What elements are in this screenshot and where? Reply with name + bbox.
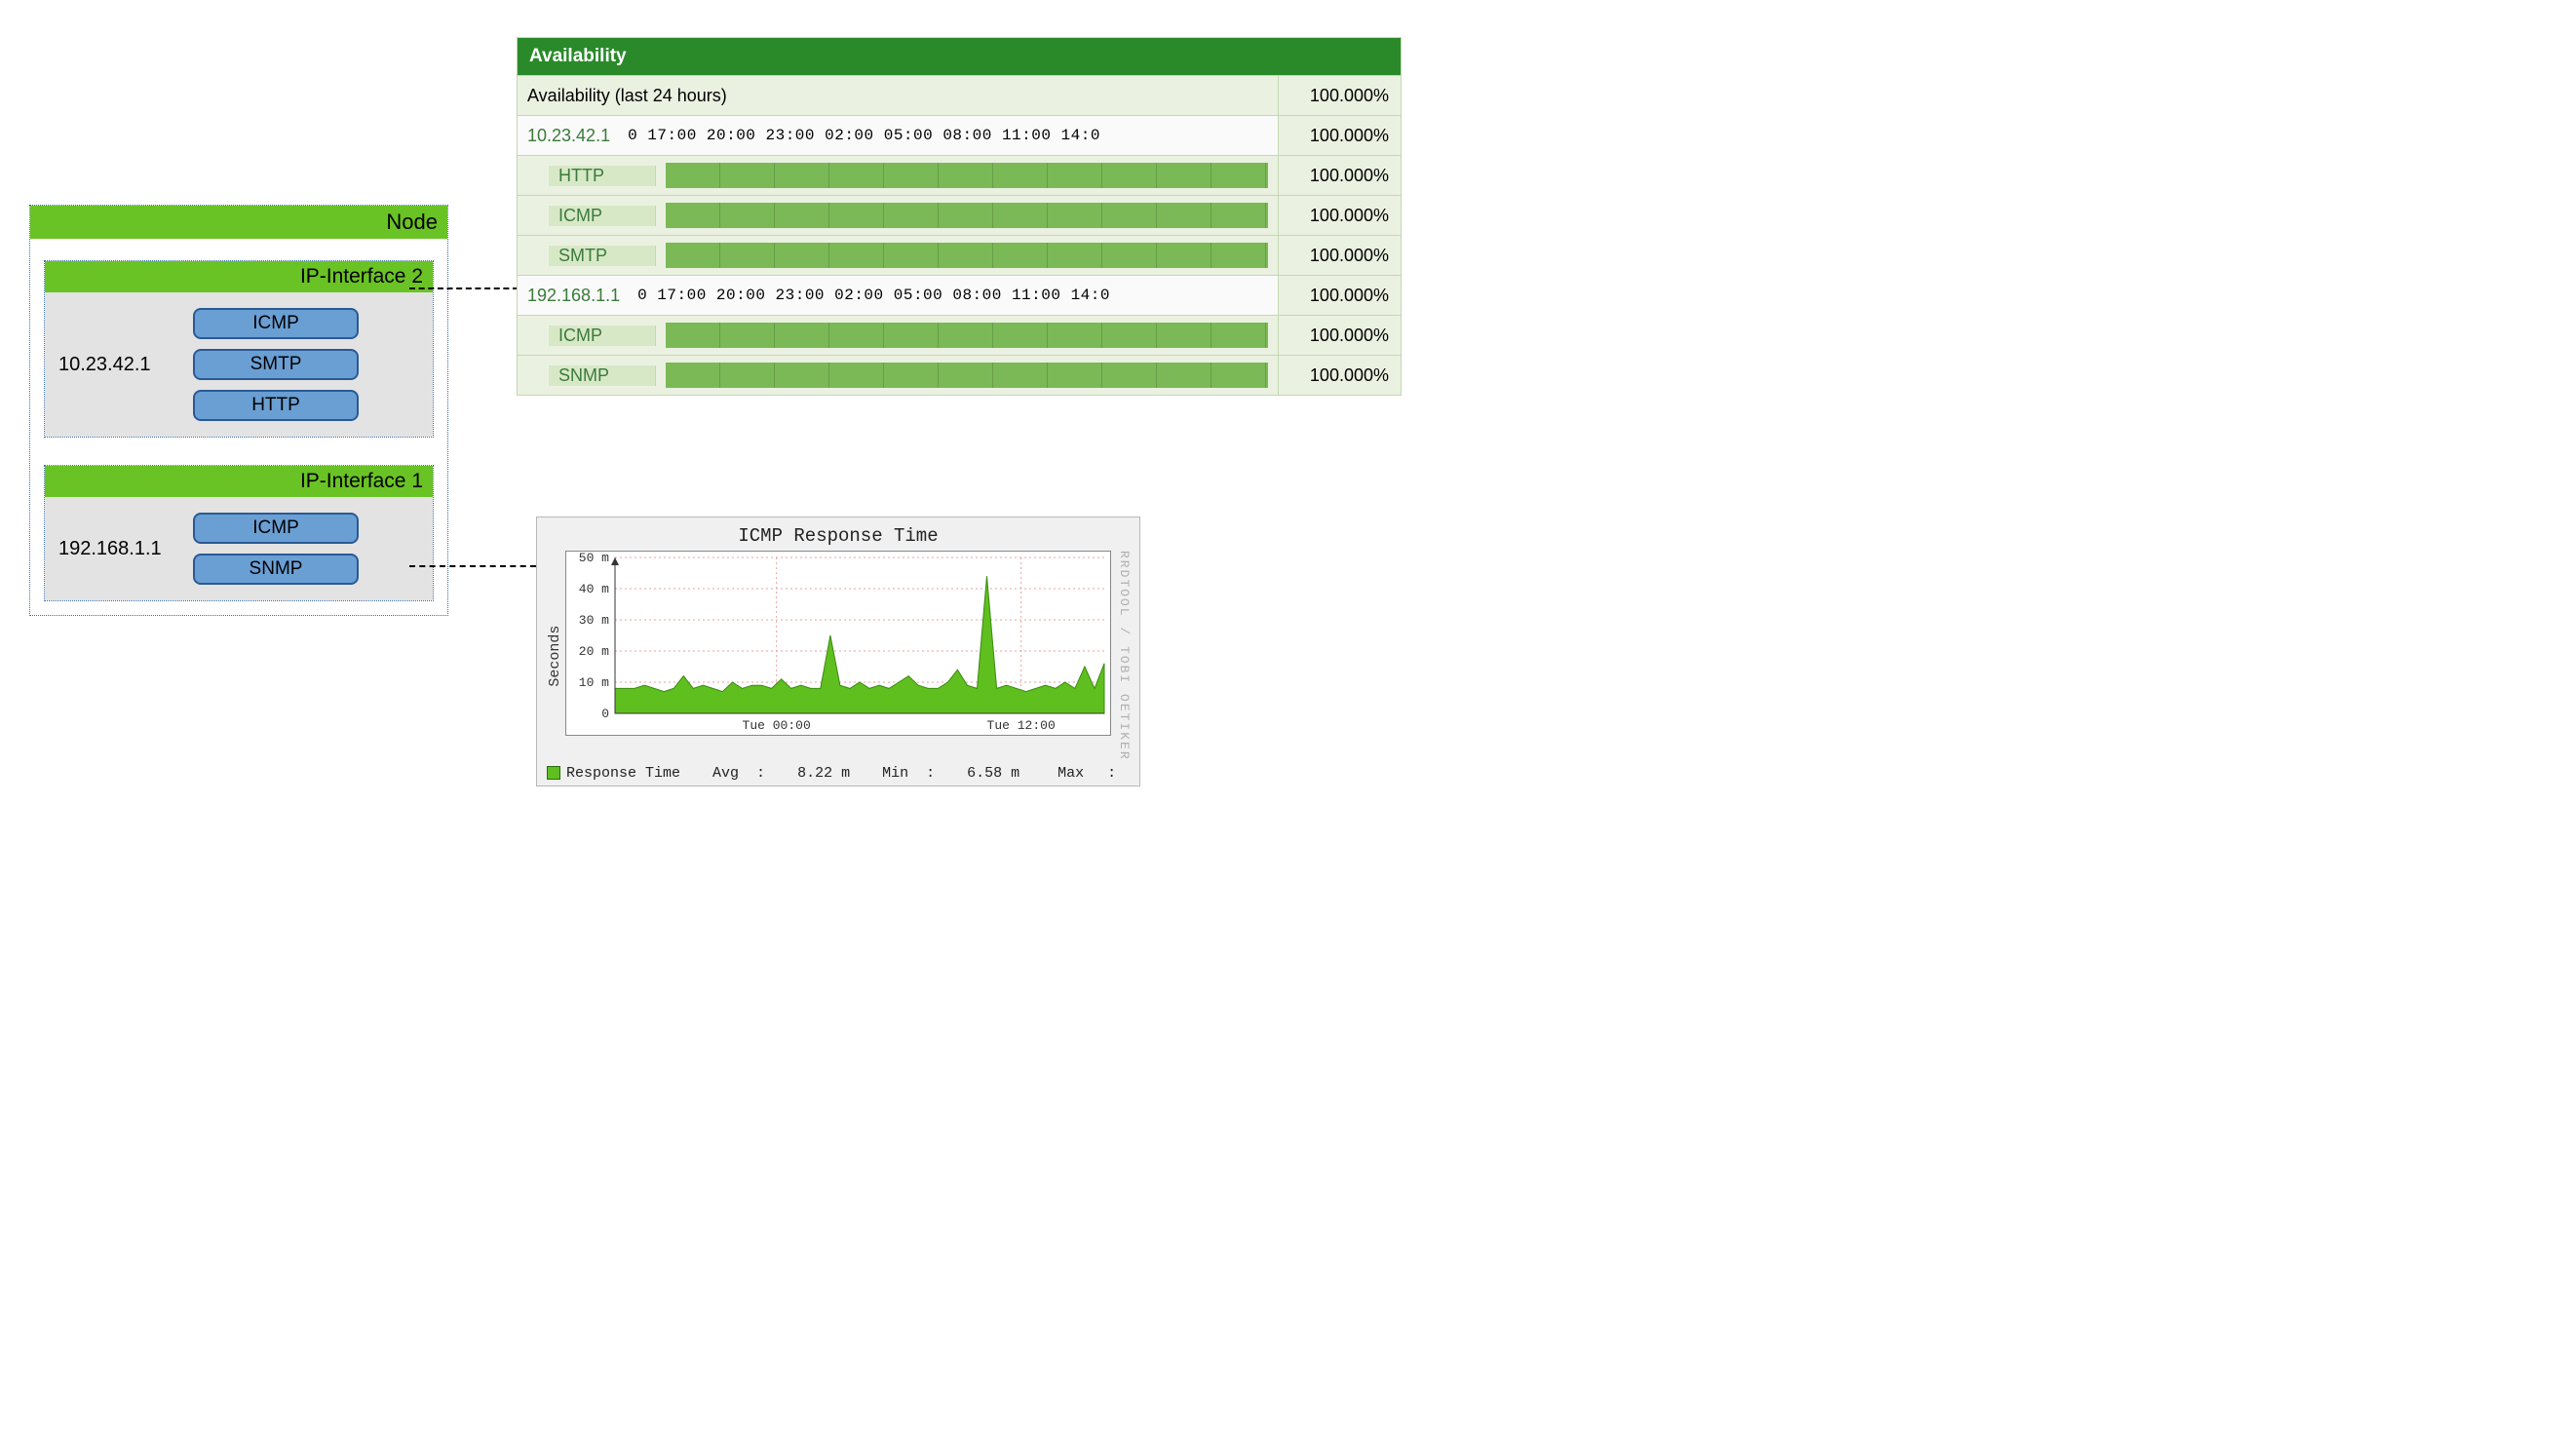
legend-series-name: Response Time	[566, 765, 680, 782]
chart-legend: Response Time Avg : 8.22 m Min : 6.58 m …	[545, 761, 1132, 782]
service-smtp-pct: 100.000%	[1278, 236, 1401, 275]
canvas: Node IP-Interface 2 10.23.42.1 ICMP SMTP…	[19, 19, 1462, 819]
service-http-pct: 100.000%	[1278, 156, 1401, 195]
svg-text:0: 0	[601, 707, 609, 721]
ip-interface-1: IP-Interface 1 192.168.1.1 ICMP SNMP	[44, 465, 434, 601]
availability-bar	[666, 323, 1268, 348]
availability-ip-link-1[interactable]: 192.168.1.1	[527, 286, 620, 306]
availability-ip-link-0[interactable]: 10.23.42.1	[527, 126, 610, 146]
svg-text:30 m: 30 m	[579, 613, 609, 628]
svg-text:10 m: 10 m	[579, 675, 609, 690]
availability-panel: Availability Availability (last 24 hours…	[517, 37, 1402, 396]
rrdtool-brand: RRDTOOL / TOBI OETIKER	[1113, 551, 1132, 761]
availability-ip-row-1: 192.168.1.1 0 17:00 20:00 23:00 02:00 05…	[518, 275, 1401, 315]
chart-plot: 0 10 m 20 m 30 m 40 m 50 m Tue 00:00 Tue 12:00	[565, 551, 1111, 736]
service-icmp-pct: 100.000%	[1278, 196, 1401, 235]
svg-text:Tue 00:00: Tue 00:00	[743, 718, 811, 733]
node-box: Node IP-Interface 2 10.23.42.1 ICMP SMTP…	[29, 205, 448, 616]
service-pill-snmp: SNMP	[193, 554, 359, 585]
availability-svc-row: HTTP 100.000%	[518, 155, 1401, 195]
availability-summary-pct: 100.000%	[1278, 76, 1401, 115]
timeline-ticks: 0 17:00 20:00 23:00 02:00 05:00 08:00 11…	[628, 127, 1100, 144]
service-http-link[interactable]: HTTP	[558, 166, 604, 186]
service-pill-smtp: SMTP	[193, 349, 359, 380]
availability-ip-row-0: 10.23.42.1 0 17:00 20:00 23:00 02:00 05:…	[518, 115, 1401, 155]
svg-text:50 m: 50 m	[579, 551, 609, 565]
ip-interface-2-address: 10.23.42.1	[58, 354, 175, 376]
service-icmp2-link[interactable]: ICMP	[558, 326, 602, 346]
ip-interface-1-address: 192.168.1.1	[58, 538, 175, 560]
svg-text:Tue 12:00: Tue 12:00	[987, 718, 1056, 733]
availability-title: Availability	[518, 38, 1401, 75]
svg-text:20 m: 20 m	[579, 644, 609, 659]
ip-interface-1-title: IP-Interface 1	[45, 466, 433, 497]
connector-line-2	[409, 565, 536, 567]
chart-title: ICMP Response Time	[545, 525, 1132, 547]
availability-bar	[666, 363, 1268, 388]
availability-bar	[666, 163, 1268, 188]
legend-min: 6.58 m	[967, 765, 1019, 782]
availability-bar	[666, 243, 1268, 268]
service-pill-icmp-2: ICMP	[193, 513, 359, 544]
service-snmp-link[interactable]: SNMP	[558, 365, 609, 386]
node-body: IP-Interface 2 10.23.42.1 ICMP SMTP HTTP…	[30, 239, 447, 615]
service-snmp-pct: 100.000%	[1278, 356, 1401, 395]
service-pill-http: HTTP	[193, 390, 359, 421]
service-icmp-link[interactable]: ICMP	[558, 206, 602, 226]
availability-svc-row: ICMP 100.000%	[518, 195, 1401, 235]
legend-swatch	[547, 766, 560, 780]
service-pill-icmp: ICMP	[193, 308, 359, 339]
availability-svc-row: SNMP 100.000%	[518, 355, 1401, 395]
legend-avg: 8.22 m	[797, 765, 850, 782]
availability-ip-pct-1: 100.000%	[1278, 276, 1401, 315]
connector-line-1	[409, 287, 519, 289]
service-icmp2-pct: 100.000%	[1278, 316, 1401, 355]
chart-y-label: Seconds	[545, 551, 565, 761]
availability-svc-row: SMTP 100.000%	[518, 235, 1401, 275]
legend-max-label: Max	[1057, 765, 1084, 782]
availability-summary-label: Availability (last 24 hours)	[527, 86, 727, 106]
timeline-ticks: 0 17:00 20:00 23:00 02:00 05:00 08:00 11…	[637, 287, 1110, 304]
ip-interface-2-title: IP-Interface 2	[45, 261, 433, 292]
availability-bar	[666, 203, 1268, 228]
svg-text:40 m: 40 m	[579, 582, 609, 596]
availability-svc-row: ICMP 100.000%	[518, 315, 1401, 355]
availability-ip-pct-0: 100.000%	[1278, 116, 1401, 155]
icmp-response-chart: ICMP Response Time Seconds 0 10 m 20 m 30 m…	[536, 517, 1140, 786]
node-title: Node	[30, 206, 447, 239]
ip-interface-2: IP-Interface 2 10.23.42.1 ICMP SMTP HTTP	[44, 260, 434, 438]
service-smtp-link[interactable]: SMTP	[558, 246, 607, 266]
availability-summary-row: Availability (last 24 hours) 100.000%	[518, 75, 1401, 115]
